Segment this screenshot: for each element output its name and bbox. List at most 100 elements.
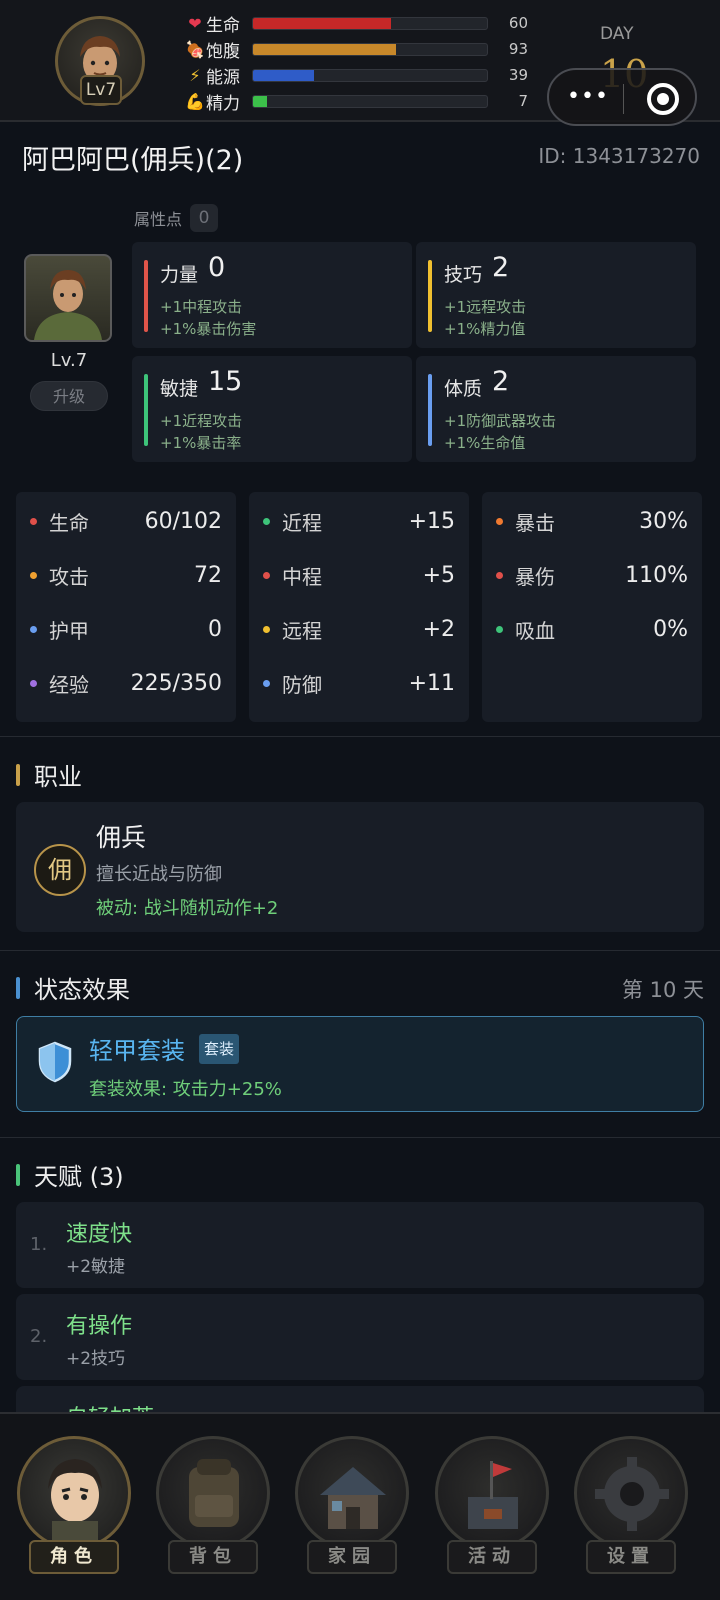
meat-icon: 🍖 — [185, 39, 205, 59]
character-id: ID: 1343173270 — [538, 144, 700, 168]
nav-item-flag-chest[interactable]: 活动 — [433, 1436, 551, 1576]
status-bar-value: 60 — [508, 14, 528, 32]
status-bar-track — [252, 68, 488, 82]
stat-dot — [30, 571, 37, 579]
status-bar-label: 精力 — [206, 93, 240, 114]
upgrade-button[interactable]: 升级 — [30, 381, 108, 411]
status-bar-fill — [253, 43, 396, 55]
talents-section-title: 天赋 (3) — [16, 1157, 124, 1192]
stat-dot — [263, 625, 270, 633]
stat-row: 暴击 30% — [496, 506, 688, 536]
attribute-name: 体质 — [444, 378, 483, 400]
job-card: 佣 佣兵 擅长近战与防御 被动: 战斗随机动作+2 — [16, 802, 704, 932]
talent-desc: +2敏捷 — [66, 1257, 126, 1277]
gear-icon — [574, 1436, 688, 1550]
stat-name: 护甲 — [49, 618, 89, 643]
attribute-bonus: +1远程攻击 — [444, 298, 527, 316]
stat-value: 72 — [194, 562, 222, 588]
talent-item[interactable]: 2. 有操作 +2技巧 — [16, 1294, 704, 1380]
status-effect-name: 轻甲套装 — [89, 1037, 185, 1065]
attribute-bonus: +1%暴击率 — [160, 434, 242, 452]
status-bar-fill — [253, 17, 392, 29]
nav-item-gear[interactable]: 设置 — [572, 1436, 690, 1576]
attribute-value: 2 — [492, 366, 510, 397]
stat-dot — [263, 679, 270, 687]
stat-name: 暴伤 — [515, 564, 555, 589]
house-icon — [295, 1436, 409, 1550]
talent-desc: +2技巧 — [66, 1349, 126, 1369]
character-name: 阿巴阿巴(佣兵)(2) — [22, 145, 244, 176]
lightning-icon: ⚡ — [189, 65, 201, 85]
attribute-points: 属性点 0 — [134, 204, 219, 232]
mini-program-capsule: ••• — [547, 68, 697, 126]
shield-icon — [38, 1041, 72, 1083]
attribute-card[interactable]: 体质 2 +1防御武器攻击 +1%生命值 — [416, 356, 696, 462]
status-bars: ❤ 生命 60 🍖 饱腹 93 ⚡ 能源 39 💪 精力 7 — [184, 10, 534, 114]
status-effect-desc: 套装效果: 攻击力+25% — [89, 1079, 282, 1100]
nav-label: 家园 — [307, 1540, 397, 1574]
talent-name: 有操作 — [66, 1314, 133, 1339]
status-effect-card[interactable]: 轻甲套装 套装 套装效果: 攻击力+25% — [16, 1016, 704, 1112]
stat-value: +15 — [408, 508, 455, 534]
stat-name: 远程 — [282, 618, 322, 643]
status-bar-label: 饱腹 — [206, 41, 240, 62]
stat-row: 护甲 0 — [30, 614, 222, 644]
attribute-bonus: +1%暴击伤害 — [160, 320, 257, 338]
attribute-card[interactable]: 力量 0 +1中程攻击 +1%暴击伤害 — [132, 242, 412, 348]
status-day-count: 第 10 天 — [621, 978, 704, 1002]
bottom-nav: 角色 背包 家园 活动 设置 — [0, 1412, 720, 1600]
attribute-value: 15 — [208, 366, 243, 397]
stat-dot — [30, 517, 37, 525]
status-bar-row: ❤ 生命 60 — [184, 10, 534, 36]
stat-dot — [496, 571, 503, 579]
stat-row: 经验 225/350 — [30, 668, 222, 698]
stat-row: 攻击 72 — [30, 560, 222, 590]
status-bar-row: 💪 精力 7 — [184, 88, 534, 114]
attribute-name: 技巧 — [444, 264, 483, 286]
status-bar-fill — [253, 69, 314, 81]
attribute-accent-bar — [428, 374, 432, 446]
stat-value: 0 — [208, 616, 222, 642]
status-bar-value: 7 — [518, 92, 528, 110]
nav-item-backpack[interactable]: 背包 — [154, 1436, 272, 1576]
stat-dot — [263, 571, 270, 579]
attribute-bonus: +1%精力值 — [444, 320, 526, 338]
attribute-value: 2 — [492, 252, 510, 283]
section-accent — [16, 976, 20, 999]
section-accent — [16, 763, 20, 786]
portrait-figure-icon — [34, 270, 102, 340]
stat-dot — [496, 517, 503, 525]
stat-dot — [496, 625, 503, 633]
stats-column: 近程 +15 中程 +5 远程 +2 防御 +11 — [249, 492, 469, 722]
stat-value: +11 — [408, 670, 455, 696]
job-section-title: 职业 — [16, 757, 82, 792]
more-icon[interactable]: ••• — [567, 84, 609, 109]
attribute-points-label: 属性点 — [134, 210, 183, 229]
status-bar-track — [252, 42, 488, 56]
attribute-card[interactable]: 技巧 2 +1远程攻击 +1%精力值 — [416, 242, 696, 348]
talent-item[interactable]: 1. 速度快 +2敏捷 — [16, 1202, 704, 1288]
attribute-card[interactable]: 敏捷 15 +1近程攻击 +1%暴击率 — [132, 356, 412, 462]
portrait-level: Lv.7 — [50, 350, 88, 371]
stat-name: 中程 — [282, 564, 322, 589]
stat-name: 防御 — [282, 672, 322, 697]
stat-name: 暴击 — [515, 510, 555, 535]
stat-value: +2 — [422, 616, 455, 642]
status-bar-label: 能源 — [206, 67, 240, 88]
character-portrait — [24, 254, 112, 342]
stat-value: 30% — [639, 508, 688, 534]
attribute-name: 敏捷 — [160, 378, 199, 400]
nav-item-house[interactable]: 家园 — [293, 1436, 411, 1576]
stat-name: 经验 — [49, 672, 89, 697]
nav-label: 活动 — [447, 1540, 537, 1574]
stat-value: 60/102 — [144, 508, 222, 534]
attribute-bonus: +1近程攻击 — [160, 412, 243, 430]
backpack-icon — [156, 1436, 270, 1550]
status-section-label: 状态效果 — [34, 976, 130, 1004]
close-target-icon[interactable] — [647, 83, 679, 115]
stat-row: 暴伤 110% — [496, 560, 688, 590]
attribute-points-value: 0 — [190, 204, 219, 232]
status-bar-row: ⚡ 能源 39 — [184, 62, 534, 88]
nav-item-character[interactable]: 角色 — [15, 1436, 133, 1576]
attribute-name: 力量 — [160, 264, 199, 286]
